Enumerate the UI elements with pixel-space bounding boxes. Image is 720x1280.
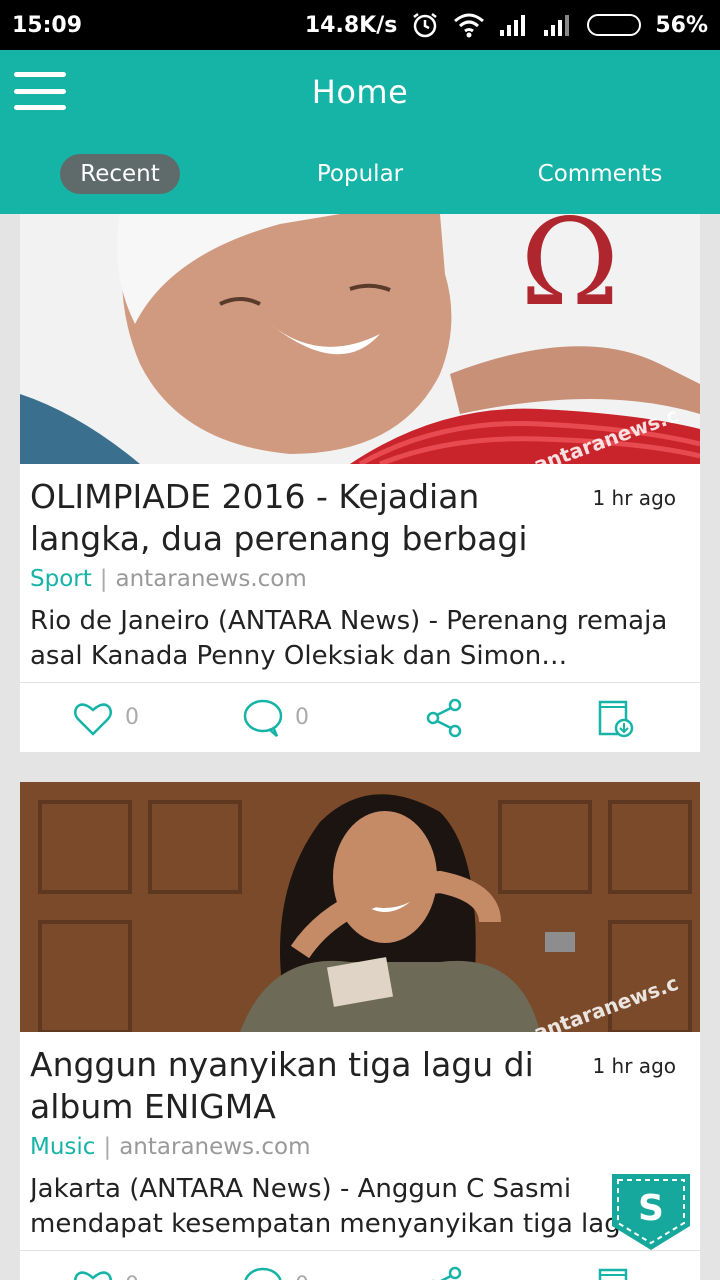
page-title: Home: [311, 73, 409, 111]
app-bar: Home: [0, 50, 720, 134]
tab-bar: Recent Popular Comments: [0, 134, 720, 214]
article-source: antaranews.com: [115, 566, 307, 592]
article-meta: Music | antaranews.com: [30, 1132, 690, 1162]
article-excerpt: Jakarta (ANTARA News) - Anggun C Sasmi m…: [30, 1174, 638, 1239]
signal-icon-2: [544, 15, 570, 36]
article-card[interactable]: antaranews.c Anggun nyanyikan tiga lagu …: [20, 782, 700, 1280]
status-icons: 14.8K/s 56%: [305, 11, 708, 39]
meta-divider: |: [99, 566, 108, 592]
save-article-icon: [598, 700, 634, 737]
share-icon: [426, 698, 462, 737]
article-header: Anggun nyanyikan tiga lagu di album ENIG…: [30, 1044, 690, 1128]
comment-button[interactable]: 0: [190, 696, 360, 740]
article-meta: Sport | antaranews.com: [30, 564, 690, 594]
article-body: Anggun nyanyikan tiga lagu di album ENIG…: [20, 1032, 700, 1250]
network-speed: 14.8K/s: [304, 12, 398, 38]
share-icon: [430, 1266, 462, 1280]
like-button[interactable]: 0: [20, 1264, 190, 1280]
battery-percent: 56%: [655, 12, 708, 38]
article-time: 1 hr ago: [592, 1054, 676, 1078]
svg-text:S: S: [638, 1188, 664, 1229]
comment-bubble-icon: [244, 1267, 282, 1280]
comment-button[interactable]: 0: [190, 1264, 360, 1280]
share-button[interactable]: [360, 696, 530, 740]
save-button[interactable]: [530, 1264, 700, 1280]
signal-icon: [500, 15, 526, 36]
s-badge-icon: S: [612, 1174, 690, 1250]
article-card[interactable]: Ω antaranews.c OLIMPIADE 2016 - Kejadian…: [20, 214, 700, 752]
alarm-icon: [413, 13, 438, 38]
save-button[interactable]: [530, 696, 700, 740]
tab-comments-label: Comments: [537, 161, 663, 187]
status-time: 15:09: [12, 12, 83, 38]
tab-comments[interactable]: Comments: [480, 154, 720, 194]
like-button[interactable]: 0: [20, 696, 190, 740]
article-header: OLIMPIADE 2016 - Kejadian langka, dua pe…: [30, 476, 690, 560]
swimmer-photo: Ω: [20, 214, 700, 464]
article-title[interactable]: OLIMPIADE 2016 - Kejadian langka, dua pe…: [30, 476, 592, 560]
like-count: 0: [125, 1273, 139, 1280]
tab-popular-label: Popular: [316, 161, 404, 187]
share-button[interactable]: [360, 1264, 530, 1280]
article-image[interactable]: antaranews.c: [20, 782, 700, 1032]
comment-bubble-icon: [243, 699, 283, 737]
tab-popular[interactable]: Popular: [240, 154, 480, 194]
like-count: 0: [125, 705, 139, 730]
news-feed: Ω antaranews.c OLIMPIADE 2016 - Kejadian…: [20, 214, 700, 1280]
article-category[interactable]: Sport: [30, 566, 92, 592]
heart-icon: [74, 1270, 112, 1280]
article-time: 1 hr ago: [592, 486, 676, 510]
meta-divider: |: [103, 1134, 112, 1160]
article-excerpt: Rio de Janeiro (ANTARA News) - Perenang …: [30, 606, 668, 671]
singer-photo: [20, 782, 700, 1032]
battery-icon: [587, 14, 642, 36]
hamburger-menu-icon[interactable]: [14, 72, 66, 110]
article-body: OLIMPIADE 2016 - Kejadian langka, dua pe…: [20, 464, 700, 682]
s-badge-button[interactable]: S: [610, 1170, 692, 1252]
svg-text:Ω: Ω: [520, 214, 620, 333]
article-image[interactable]: Ω antaranews.c: [20, 214, 700, 464]
article-category[interactable]: Music: [30, 1134, 95, 1160]
article-title[interactable]: Anggun nyanyikan tiga lagu di album ENIG…: [30, 1044, 592, 1128]
status-bar: 15:09 14.8K/s 56%: [0, 0, 720, 50]
comment-count: 0: [295, 1273, 309, 1280]
article-actions: 0 0: [20, 1250, 700, 1280]
heart-icon: [74, 702, 112, 736]
tab-recent-label: Recent: [60, 154, 180, 194]
wifi-icon: [454, 13, 485, 38]
tab-recent[interactable]: Recent: [0, 154, 240, 194]
article-source: antaranews.com: [119, 1134, 311, 1160]
comment-count: 0: [295, 705, 309, 730]
article-actions: 0 0: [20, 682, 700, 752]
save-article-icon: [598, 1268, 628, 1280]
